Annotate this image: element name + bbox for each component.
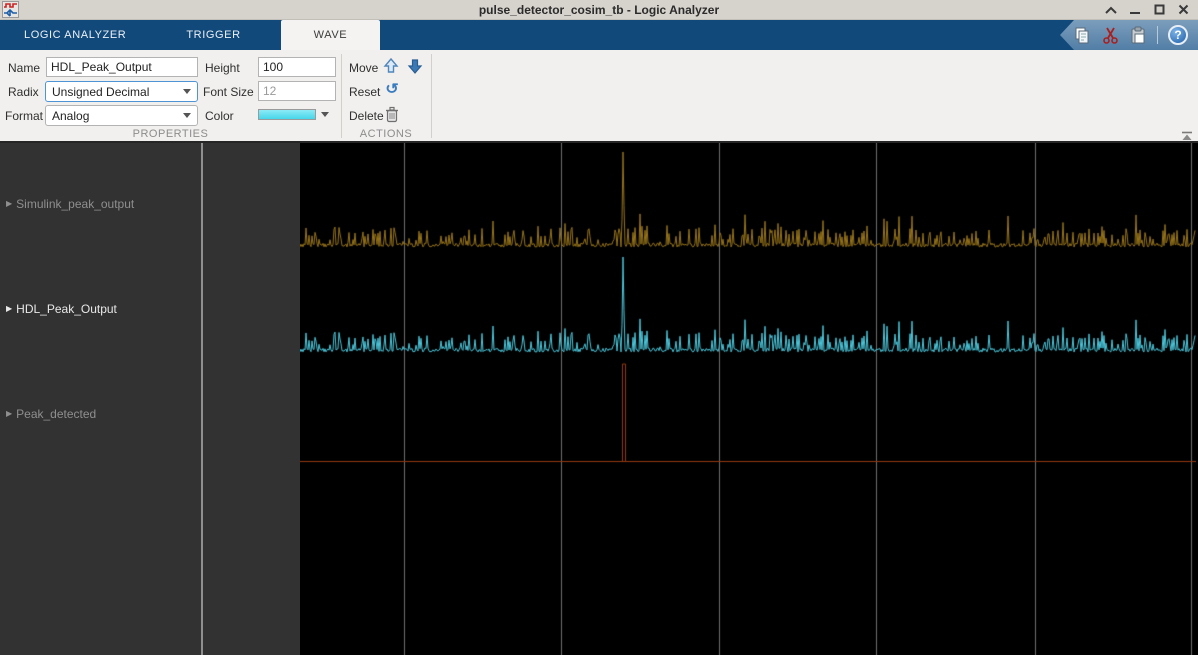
font-size-input[interactable]: [258, 81, 336, 101]
wave-toolstrip: Name Radix Unsigned Decimal Format Analo…: [0, 50, 1198, 141]
tab-trigger[interactable]: TRIGGER: [172, 20, 254, 50]
font-size-label: Font Size: [203, 85, 254, 99]
radix-dropdown[interactable]: Unsigned Decimal: [45, 81, 198, 102]
expand-arrow-icon[interactable]: ▶: [6, 410, 12, 418]
format-dropdown[interactable]: Analog: [45, 105, 198, 126]
radix-value: Unsigned Decimal: [52, 85, 149, 99]
window-title: pulse_detector_cosim_tb - Logic Analyzer: [0, 3, 1198, 17]
height-input[interactable]: [258, 57, 336, 77]
expand-arrow-icon[interactable]: ▶: [6, 305, 12, 313]
waveform-display[interactable]: [300, 143, 1198, 655]
waveform-canvas[interactable]: [300, 143, 1196, 655]
signal-item-peak-detected[interactable]: ▶ Peak_detected: [6, 407, 96, 421]
cut-icon[interactable]: [1102, 26, 1119, 45]
signal-item-hdl-peak-output[interactable]: ▶ HDL_Peak_Output: [6, 302, 117, 316]
wave-workspace: ▶ Simulink_peak_output ▶ HDL_Peak_Output…: [0, 141, 1198, 655]
signal-name-label: Simulink_peak_output: [16, 197, 134, 211]
move-down-icon[interactable]: [406, 56, 424, 76]
group-separator: [341, 54, 342, 138]
format-label: Format: [5, 109, 43, 123]
expand-arrow-icon[interactable]: ▶: [6, 200, 12, 208]
paste-icon[interactable]: [1129, 26, 1147, 45]
name-label: Name: [8, 61, 40, 75]
close-icon[interactable]: [1176, 3, 1190, 17]
color-label: Color: [205, 109, 234, 123]
delete-trash-icon[interactable]: [383, 104, 401, 124]
ribbon-tab-bar: LOGIC ANALYZER TRIGGER WAVE ?: [0, 20, 1198, 50]
signal-values-panel[interactable]: [203, 143, 300, 655]
radix-label: Radix: [8, 85, 39, 99]
reset-label: Reset: [349, 85, 380, 99]
tab-wave[interactable]: WAVE: [281, 20, 381, 50]
copy-icon[interactable]: [1073, 26, 1092, 45]
move-up-icon[interactable]: [382, 56, 400, 76]
chevron-down-icon: [183, 113, 191, 118]
minimize-icon[interactable]: [1128, 3, 1142, 17]
maximize-icon[interactable]: [1152, 3, 1166, 17]
toolbar-separator: [1157, 26, 1158, 44]
color-swatch[interactable]: [258, 109, 316, 120]
height-label: Height: [205, 61, 240, 75]
actions-section-label: ACTIONS: [341, 128, 431, 140]
reset-icon[interactable]: ↺: [383, 79, 401, 99]
properties-section-label: PROPERTIES: [0, 128, 341, 140]
tab-logic-analyzer[interactable]: LOGIC ANALYZER: [10, 20, 140, 50]
move-label: Move: [349, 61, 378, 75]
signal-name-label: Peak_detected: [16, 407, 96, 421]
chevron-down-icon: [183, 89, 191, 94]
title-bar: pulse_detector_cosim_tb - Logic Analyzer: [0, 0, 1198, 20]
delete-label: Delete: [349, 109, 384, 123]
signal-name-label: HDL_Peak_Output: [16, 302, 117, 316]
collapse-toolstrip-icon[interactable]: [1180, 128, 1194, 138]
group-separator: [431, 54, 432, 138]
format-value: Analog: [52, 109, 89, 123]
name-input[interactable]: [46, 57, 198, 77]
help-icon[interactable]: ?: [1168, 25, 1188, 45]
signal-names-panel[interactable]: ▶ Simulink_peak_output ▶ HDL_Peak_Output…: [0, 143, 203, 655]
signal-item-simulink-peak-output[interactable]: ▶ Simulink_peak_output: [6, 197, 134, 211]
restore-chevron-icon[interactable]: [1104, 3, 1118, 17]
chevron-down-icon[interactable]: [321, 112, 329, 117]
